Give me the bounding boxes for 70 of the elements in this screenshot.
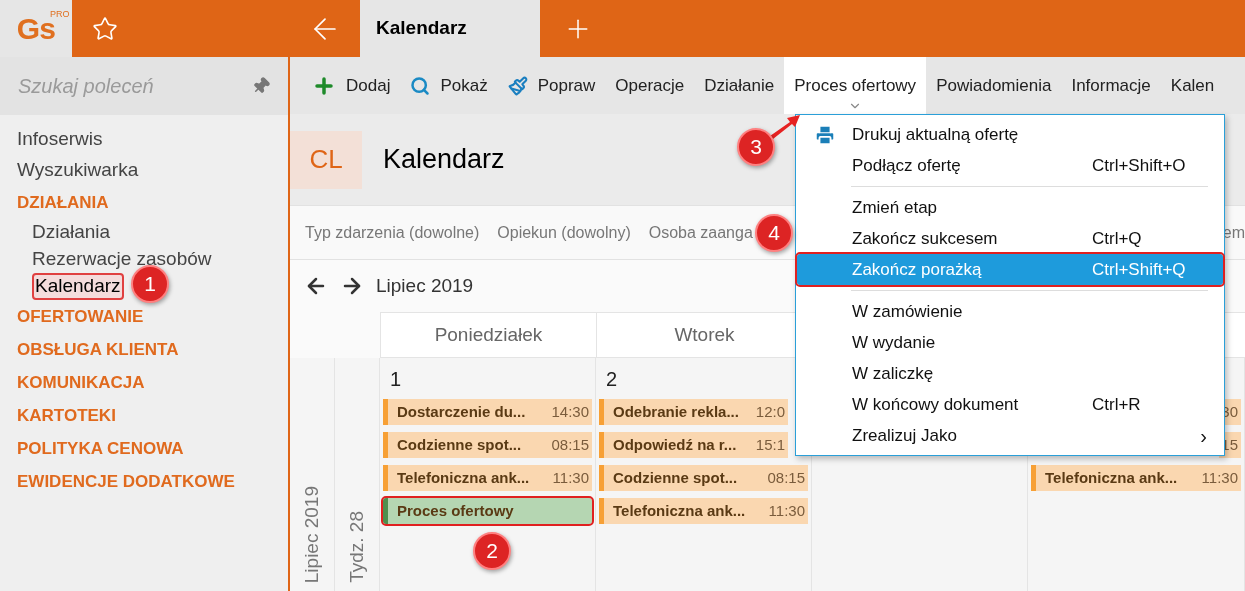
tab[interactable]: Kalendarz (360, 0, 540, 57)
shortcut-label: Ctrl+Q (1092, 227, 1142, 250)
toolbar-button[interactable]: Kalen (1160, 57, 1225, 114)
event-title: Telefoniczna ank... (1044, 467, 1178, 488)
menu-item[interactable]: Zakończ sukcesem Ctrl+Q (797, 223, 1223, 254)
toolbar-button[interactable]: Pokaż (400, 57, 498, 114)
page-title: Kalendarz (383, 143, 505, 177)
event-time: 15:1 (755, 434, 786, 455)
weekday-name: Wtorek (674, 322, 735, 347)
event-time: 11:30 (552, 467, 590, 488)
toolbar-button[interactable]: Dodaj (302, 57, 401, 114)
sidebar-item[interactable]: Infoserwis (17, 124, 288, 155)
event-title: Telefoniczna ank... (612, 500, 746, 521)
shortcut-label: Ctrl+Shift+Q (1092, 258, 1186, 281)
toolbar-button[interactable]: Informacje (1061, 57, 1161, 114)
calendar-event[interactable]: Telefoniczna ank... 11:30 (383, 465, 592, 491)
command-search-field[interactable]: Szukaj poleceń (18, 71, 252, 101)
menu-item[interactable]: W zaliczkę (797, 358, 1223, 389)
event-time: 08:15 (767, 467, 806, 488)
filter-dropdown[interactable]: Typ zdarzenia (dowolne) (305, 220, 480, 245)
filter-dropdown[interactable]: Opiekun (dowolny) (497, 220, 631, 245)
star-icon[interactable] (92, 15, 118, 42)
process-event[interactable]: Proces ofertowy (383, 498, 592, 524)
week-label: Tydz. 28 (344, 511, 368, 583)
toolbar-button[interactable]: Działanie (694, 57, 785, 114)
event-title: Dostarczenie du... (396, 401, 526, 422)
event-title: Proces ofertowy (396, 500, 514, 521)
shortcut-label: Ctrl+Shift+O (1092, 154, 1186, 177)
calendar-event[interactable]: Odpowiedź na r... 15:1 (599, 432, 788, 458)
event-time: 08:15 (551, 434, 590, 455)
event-title: Codzienne spot... (612, 467, 738, 488)
menu-item[interactable]: Drukuj aktualną ofertę (797, 119, 1223, 150)
menu-item[interactable]: W wydanie (797, 327, 1223, 358)
calendar-event[interactable]: Dostarczenie du... 14:30 (383, 399, 592, 425)
calendar-event[interactable]: Odebranie rekla... 12:0 (599, 399, 788, 425)
menu-item[interactable]: Zmień etap (797, 192, 1223, 223)
event-title: Telefoniczna ank... (396, 467, 530, 488)
day-number: 2 (606, 367, 618, 392)
toolbar-button[interactable]: Proces ofertowy (784, 57, 927, 114)
event-title: Odebranie rekla... (612, 401, 739, 422)
weekday-name: Poniedziałek (434, 322, 543, 347)
event-time: 11:30 (1201, 467, 1239, 488)
toolbar-button[interactable]: Operacje (605, 57, 695, 114)
calendar-event[interactable]: Telefoniczna ank... 11:30 (599, 498, 808, 524)
day-number: 1 (390, 367, 402, 392)
event-time: 14:30 (551, 401, 590, 422)
toolbar-button[interactable]: Powiadomienia (926, 57, 1062, 114)
toolbar-button[interactable]: Popraw (497, 57, 606, 114)
menu-item[interactable]: W zamówienie (797, 296, 1223, 327)
sidebar-item[interactable]: Wyszukiwarka (17, 155, 288, 186)
period-label: Lipiec 2019 (376, 273, 474, 298)
shortcut-label: Ctrl+R (1092, 393, 1141, 416)
menu-item[interactable]: Podłącz ofertę Ctrl+Shift+O (797, 150, 1223, 181)
printer-icon (813, 123, 836, 146)
brush-icon (507, 75, 528, 96)
sidebar-item[interactable]: Kalendarz (32, 273, 124, 300)
month-label: Lipiec 2019 (299, 485, 323, 583)
event-title: Codzienne spot... (396, 434, 522, 455)
event-time: 11:30 (768, 500, 806, 521)
submenu-arrow: › (1200, 423, 1207, 449)
search-icon (410, 75, 431, 96)
module-badge: CL (290, 130, 362, 189)
event-title: Odpowiedź na r... (612, 434, 737, 455)
event-time: 12:0 (755, 401, 786, 422)
sidebar-item[interactable]: Działania (32, 219, 111, 246)
calendar-event[interactable]: Codzienne spot... 08:15 (599, 465, 808, 491)
calendar-event[interactable]: Telefoniczna ank... 11:30 (1031, 465, 1241, 491)
search-field[interactable]: Szukaj poleceń (0, 57, 288, 115)
filter-dropdown[interactable]: Osoba zaanga (648, 220, 753, 245)
calendar-event[interactable]: Codzienne spot... 08:15 (383, 432, 592, 458)
